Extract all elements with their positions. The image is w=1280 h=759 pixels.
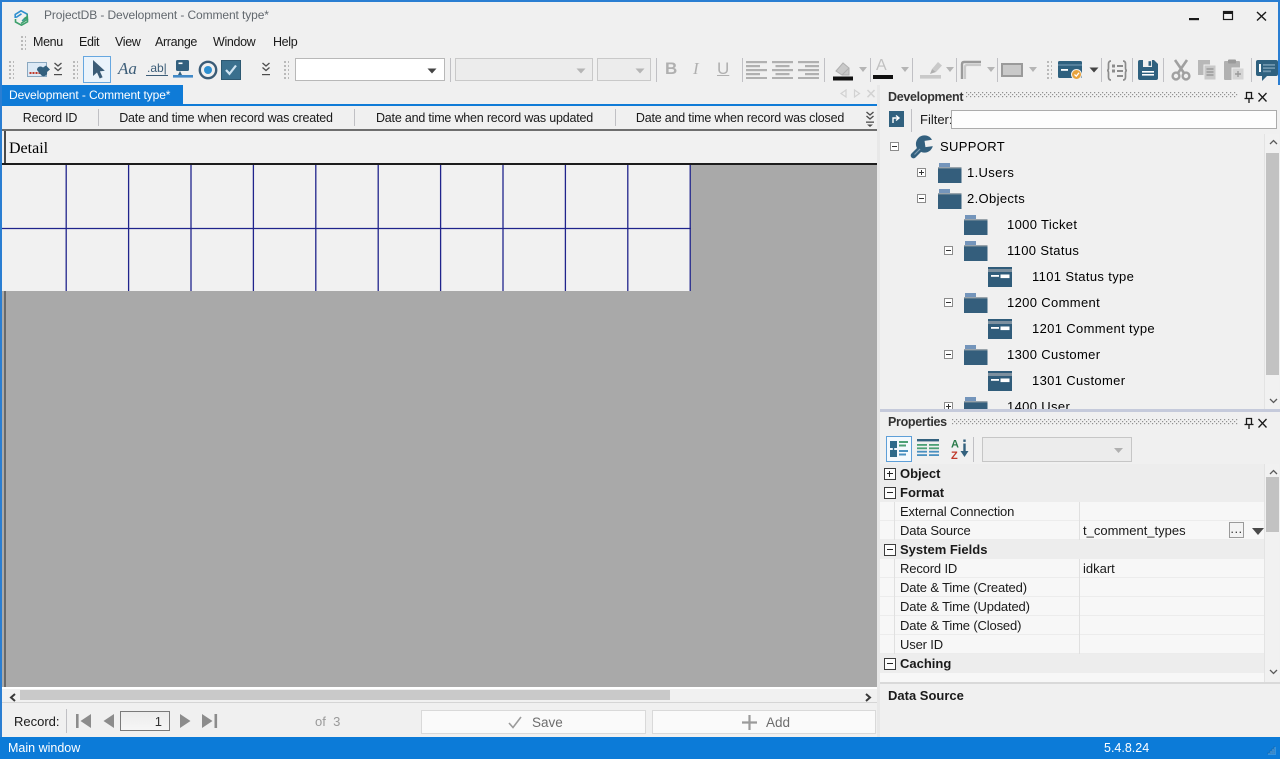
- svg-text:A: A: [951, 439, 959, 451]
- svg-text:Z: Z: [951, 450, 958, 461]
